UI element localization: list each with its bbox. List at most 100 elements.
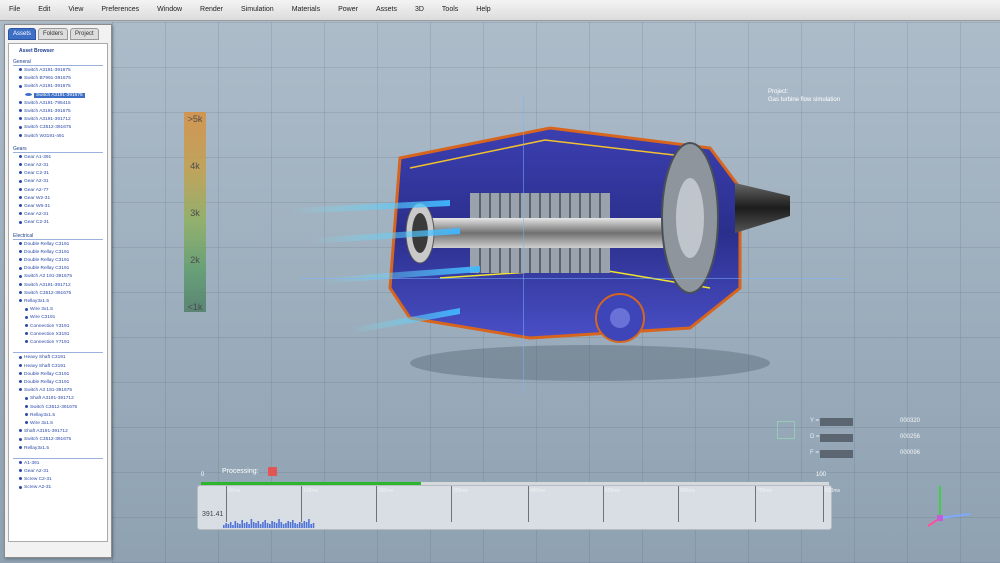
tree-item[interactable]: Connection Y7191 (13, 339, 103, 347)
menu-item-materials[interactable]: Materials (283, 0, 329, 20)
timeline-tick-label: 300ms (453, 488, 469, 494)
tab-folders[interactable]: Folders (38, 28, 69, 40)
color-scale-label: 4k (190, 161, 200, 171)
tree-item-label: Double Rellay C3191 (24, 241, 70, 247)
tree-item[interactable]: Switch A3191-391712 (13, 282, 103, 290)
tree-item[interactable]: Switch A3191-391675 (13, 67, 103, 75)
menu-item-3d[interactable]: 3D (406, 0, 433, 20)
tree-item-label: Switch W3191-491 (24, 133, 65, 139)
tree-item[interactable]: Gear A1-391 (13, 154, 103, 162)
tree-item[interactable]: Switch C3512-391675 (13, 436, 103, 444)
tree-item[interactable]: Switch A3191-391675 (13, 108, 103, 116)
tree-item[interactable]: Switch A3191-795415 (13, 100, 103, 108)
tree-item-label: Heavy Shaft C3191 (24, 355, 66, 361)
menu-item-file[interactable]: File (0, 0, 29, 20)
processing-indicator[interactable] (268, 467, 277, 476)
tree-item[interactable]: Gear W6-31 (13, 203, 103, 211)
turbine-rotor-disk (661, 142, 719, 294)
tree-item-label: Switch A3191-391675 (34, 92, 85, 98)
tree-item[interactable]: Gear A2-31 (13, 211, 103, 219)
tree-item[interactable]: Gear A2-77 (13, 187, 103, 195)
tree-item[interactable]: Switch B7991-391675 (13, 75, 103, 83)
tab-project[interactable]: Project (70, 28, 99, 40)
tree-node-icon (19, 76, 22, 80)
tree-node-icon (25, 340, 28, 344)
tree-node-icon (19, 163, 22, 167)
menu-item-simulation[interactable]: Simulation (232, 0, 283, 20)
tree-item[interactable]: Gear A2-31 (13, 162, 103, 170)
tree-item[interactable]: Switch C3512-391675 (13, 404, 103, 412)
tree-item[interactable]: Wire C3191 (13, 314, 103, 322)
menu-item-view[interactable]: View (59, 0, 92, 20)
menu-item-edit[interactable]: Edit (29, 0, 59, 20)
tree-node-icon (19, 133, 22, 137)
menu-item-assets[interactable]: Assets (367, 0, 406, 20)
tree-item[interactable]: Double Rellay C3191 (13, 241, 103, 249)
tree-item[interactable]: Switch A3191-391675 (13, 92, 103, 100)
tree-item[interactable]: Screw A2-31 (13, 484, 103, 492)
tree-item[interactable]: Shaft A3191-391712 (13, 395, 103, 403)
tree-item[interactable]: Double Rellay C3191 (13, 257, 103, 265)
histogram-bar (234, 521, 237, 528)
tree-item[interactable]: Gear A2-31 (13, 468, 103, 476)
tree-item[interactable]: Gear W2-31 (13, 195, 103, 203)
timeline-panel[interactable]: 391.41 50ms 100ms 200ms 300ms 400ms 500ms 600m… (197, 485, 840, 530)
tree-node-icon (25, 307, 28, 311)
menu-item-tools[interactable]: Tools (433, 0, 467, 20)
tree-item[interactable]: Double Rellay C3191 (13, 379, 103, 387)
tree-item[interactable]: Switch W3191-491 (13, 133, 103, 141)
tree-node-icon (25, 404, 28, 408)
menu-item-preferences[interactable]: Preferences (92, 0, 148, 20)
tree-item-label: Switch A3191-391675 (24, 109, 71, 115)
color-scale-label: >5k (187, 114, 203, 124)
tree-item[interactable]: Rellay3x1.5 (13, 298, 103, 306)
histogram-bar (259, 524, 262, 528)
histogram-bar (285, 523, 287, 528)
tree-node-icon (19, 117, 22, 121)
tree-item[interactable]: Connection Y3191 (13, 323, 103, 331)
tab-assets[interactable]: Assets (8, 28, 37, 40)
tree-item[interactable]: Double Rellay C3191 (13, 249, 103, 257)
tree-item[interactable]: A1-391 (13, 460, 103, 468)
menu-item-window[interactable]: Window (148, 0, 191, 20)
readout-label: D = (810, 434, 820, 440)
turbine-shadow (410, 345, 770, 381)
tree-item[interactable]: Wire 3x1.5 (13, 420, 103, 428)
tree-group-label (13, 457, 103, 459)
tree-item-label: Switch A3191-391712 (24, 282, 71, 288)
tree-item[interactable]: Connection X3191 (13, 331, 103, 339)
tree-node-icon (19, 155, 22, 159)
axis-gizmo[interactable] (922, 478, 982, 528)
crosshair-vertical (523, 95, 524, 395)
tree-item[interactable]: Double Rellay C3191 (13, 265, 103, 273)
tree-item[interactable]: Shaft A3191-391712 (13, 428, 103, 436)
tree-item[interactable]: Screw C2-31 (13, 476, 103, 484)
tree-item[interactable]: Switch A3 191-391675 (13, 273, 103, 281)
tree-item[interactable]: Switch C3512-391675 (13, 124, 103, 132)
tree-item[interactable]: Gear A2-31 (13, 178, 103, 186)
tree-item[interactable]: Switch A3191-391712 (13, 116, 103, 124)
tree-item[interactable]: Rellay3x1.5 (13, 412, 103, 420)
turbine-render[interactable] (290, 88, 810, 388)
tree-item[interactable]: Rellay3x1.5 (13, 445, 103, 453)
tree-node-icon (25, 332, 28, 336)
menu-item-render[interactable]: Render (191, 0, 232, 20)
tree-item[interactable]: Heavy Shaft C3191 (13, 363, 103, 371)
menu-item-power[interactable]: Power (329, 0, 367, 20)
readout-label: Y = (810, 418, 820, 424)
timeline-tick-label: 200ms (378, 488, 394, 494)
tree-item[interactable]: Double Rellay C3191 (13, 371, 103, 379)
tree-item[interactable]: Heavy Shaft C3191 (13, 354, 103, 362)
timeline-tick (528, 486, 529, 522)
tree-item[interactable]: Switch A3191-391675 (13, 83, 103, 91)
tree-item[interactable]: Wire 3x1.5 (13, 306, 103, 314)
tree-item[interactable]: Switch A3 191-391675 (13, 387, 103, 395)
tree-item[interactable]: Gear C2-31 (13, 219, 103, 227)
histogram-bar (308, 519, 310, 528)
tree-item[interactable]: Switch C3512-391675 (13, 290, 103, 298)
tree-item-label: Switch A3191-391675 (24, 84, 71, 90)
tree-item[interactable]: Gear C2-31 (13, 170, 103, 178)
menu-item-help[interactable]: Help (467, 0, 499, 20)
color-scale-legend: >5k 4k 3k 2k <1k (184, 112, 206, 312)
tree-node-icon (19, 84, 22, 88)
